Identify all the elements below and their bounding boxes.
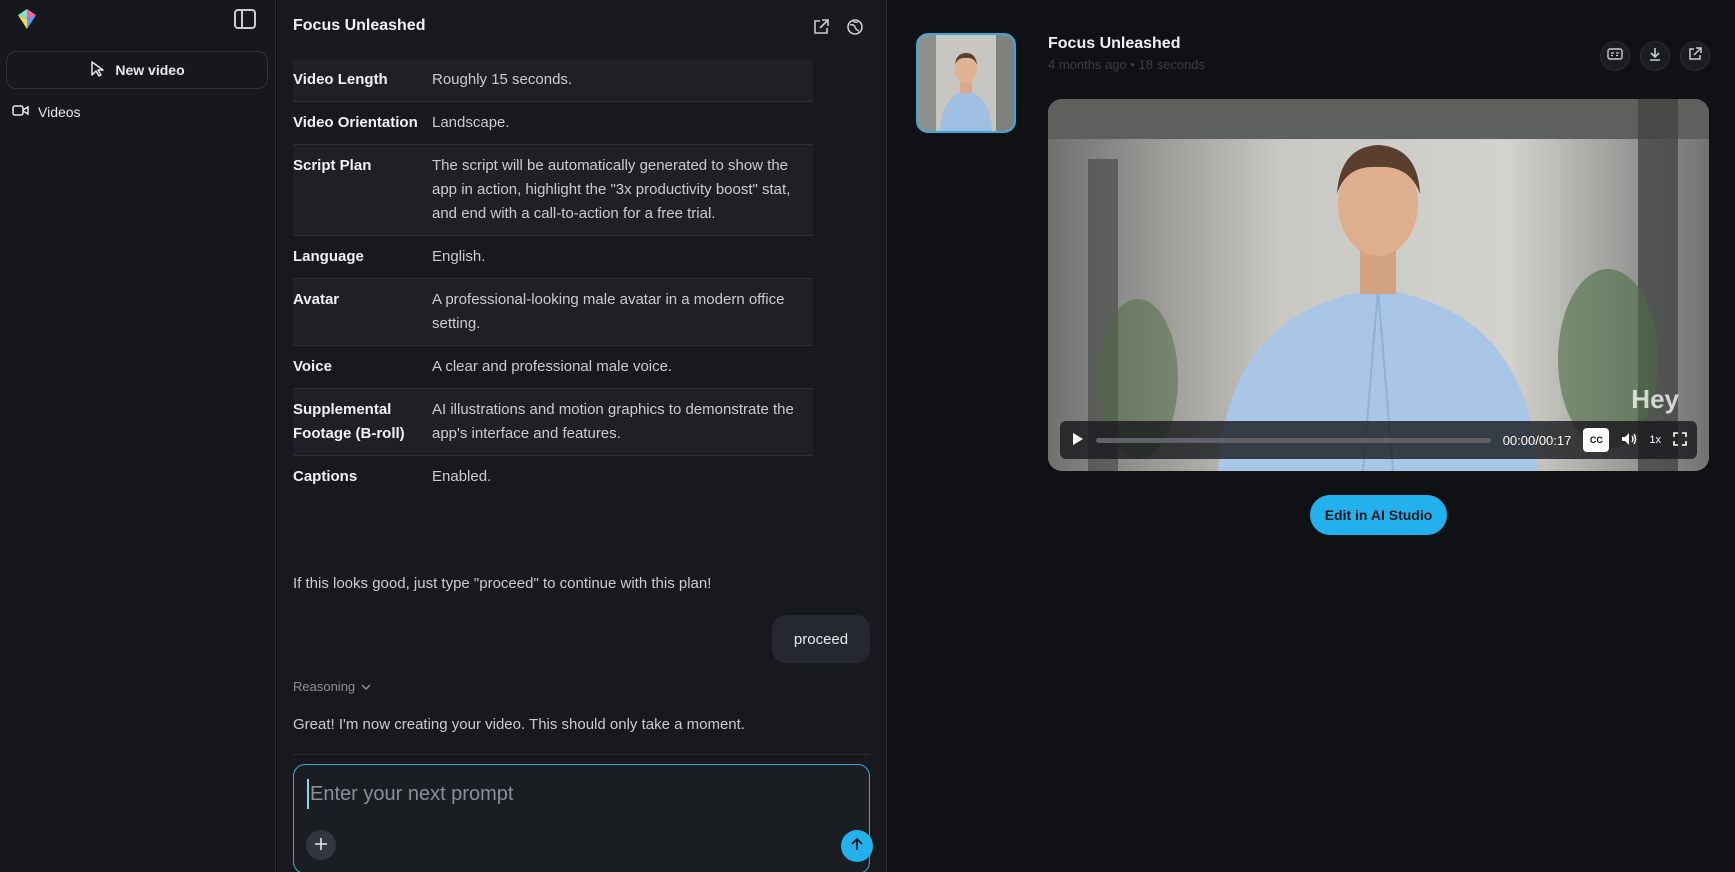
captions-button[interactable] bbox=[1600, 41, 1630, 71]
prompt-input[interactable] bbox=[307, 779, 847, 809]
add-attachment-button[interactable] bbox=[306, 830, 336, 860]
plan-key: Script Plan bbox=[293, 157, 372, 174]
user-message: proceed bbox=[772, 615, 870, 663]
reasoning-toggle[interactable]: Reasoning bbox=[293, 679, 371, 694]
plan-key: Captions bbox=[293, 468, 358, 485]
plan-row: Video Orientation Landscape. bbox=[293, 102, 813, 145]
plan-value: The script will be automatically generat… bbox=[432, 157, 791, 222]
plan-key: Video Orientation bbox=[293, 114, 418, 131]
captions-icon bbox=[1607, 47, 1623, 65]
plan-value: English. bbox=[432, 248, 486, 265]
plan-key: Supplemental Footage (B-roll) bbox=[293, 401, 405, 442]
progress-bar[interactable] bbox=[1096, 437, 1491, 443]
time-display: 00:00/00:17 bbox=[1502, 432, 1572, 448]
plan-value: A professional-looking male avatar in a … bbox=[432, 291, 785, 332]
video-preview-panel: Focus Unleashed 4 months ago • 18 second… bbox=[888, 0, 1735, 872]
playback-speed[interactable]: 1x bbox=[1649, 434, 1661, 446]
sidebar-item-videos[interactable]: Videos bbox=[12, 104, 81, 120]
plan-value: Enabled. bbox=[432, 468, 492, 485]
captions-toggle[interactable]: CC bbox=[1583, 428, 1610, 452]
share-button[interactable] bbox=[1680, 41, 1710, 71]
download-button[interactable] bbox=[1640, 41, 1670, 71]
video-player[interactable]: Hey 00:00/00:17 CC 1x bbox=[1048, 99, 1709, 471]
video-frame bbox=[1048, 99, 1709, 471]
plan-row: Supplemental Footage (B-roll) AI illustra… bbox=[293, 389, 813, 456]
divider bbox=[293, 754, 870, 755]
play-icon[interactable] bbox=[1070, 432, 1084, 449]
download-icon bbox=[1648, 47, 1662, 66]
arrow-up-icon bbox=[850, 837, 864, 856]
globe-icon[interactable] bbox=[846, 18, 864, 36]
plan-key: Language bbox=[293, 248, 364, 265]
new-video-button[interactable]: New video bbox=[6, 51, 268, 89]
sidebar: New video Videos bbox=[0, 0, 276, 872]
chevron-down-icon bbox=[361, 679, 371, 694]
external-link-icon[interactable] bbox=[812, 18, 830, 36]
plan-table: Video Length Roughly 15 seconds. Video Or… bbox=[293, 59, 813, 498]
send-button[interactable] bbox=[841, 830, 873, 862]
video-thumbnail[interactable] bbox=[916, 33, 1016, 133]
sidebar-toggle-icon[interactable] bbox=[234, 9, 256, 29]
plan-key: Voice bbox=[293, 358, 332, 375]
video-camera-icon bbox=[12, 104, 29, 120]
plan-key: Video Length bbox=[293, 71, 388, 88]
fullscreen-icon[interactable] bbox=[1673, 431, 1687, 449]
plan-key: Avatar bbox=[293, 291, 340, 308]
plan-value: Roughly 15 seconds. bbox=[432, 71, 573, 88]
plan-value: A clear and professional male voice. bbox=[432, 358, 673, 375]
app-logo[interactable] bbox=[16, 8, 38, 30]
assistant-message: Great! I'm now creating your video. This… bbox=[293, 716, 745, 733]
chat-title: Focus Unleashed bbox=[293, 17, 426, 34]
plus-icon bbox=[314, 834, 328, 857]
cursor-pointer-icon bbox=[89, 60, 107, 81]
video-meta: 4 months ago • 18 seconds bbox=[1048, 57, 1206, 72]
external-link-icon bbox=[1688, 46, 1702, 66]
watermark-logo: Hey bbox=[1631, 384, 1679, 414]
new-video-label: New video bbox=[115, 62, 185, 78]
edit-in-ai-studio-button[interactable]: Edit in AI Studio bbox=[1310, 495, 1447, 535]
prompt-composer bbox=[293, 764, 873, 872]
plan-row: Script Plan The script will be automatica… bbox=[293, 145, 813, 236]
sidebar-item-label: Videos bbox=[38, 104, 81, 120]
plan-row: Captions Enabled. bbox=[293, 456, 813, 498]
reasoning-label: Reasoning bbox=[293, 679, 356, 694]
plan-row: Video Length Roughly 15 seconds. bbox=[293, 59, 813, 102]
plan-value: AI illustrations and motion graphics to … bbox=[432, 401, 794, 442]
assistant-message: If this looks good, just type "proceed" … bbox=[293, 575, 712, 592]
plan-row: Avatar A professional-looking male avatar… bbox=[293, 279, 813, 346]
plan-row: Language English. bbox=[293, 236, 813, 279]
plan-row: Voice A clear and professional male voice… bbox=[293, 346, 813, 389]
chat-panel: Focus Unleashed Video Length Roughly 15 s… bbox=[277, 0, 887, 872]
player-controls: 00:00/00:17 CC 1x bbox=[1060, 421, 1697, 459]
volume-icon[interactable] bbox=[1621, 432, 1637, 449]
plan-value: Landscape. bbox=[432, 114, 510, 131]
video-title: Focus Unleashed bbox=[1048, 35, 1181, 52]
